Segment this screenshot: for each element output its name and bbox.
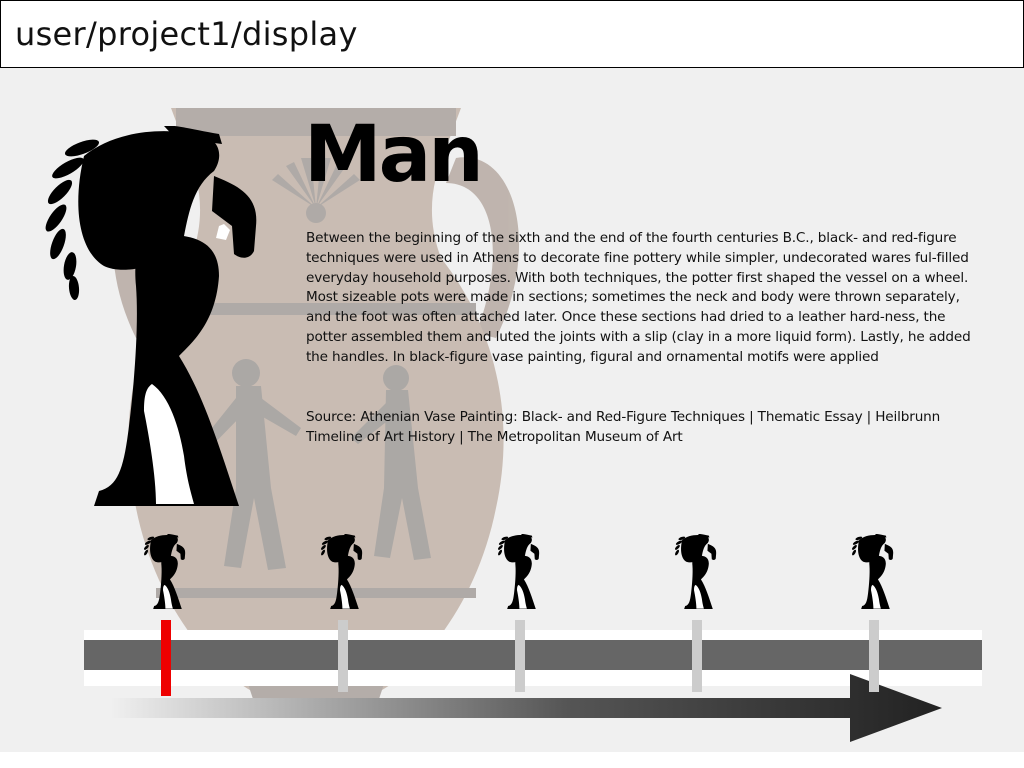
- source-citation: Source: Athenian Vase Painting: Black- a…: [306, 409, 941, 445]
- display-stage: Man Between the beginning of the sixth a…: [0, 68, 1024, 752]
- timeline-marker[interactable]: [869, 620, 879, 692]
- timeline-marker[interactable]: [515, 620, 525, 692]
- timeline-marker-active[interactable]: [161, 620, 171, 696]
- timeline-figure-icon[interactable]: [673, 533, 719, 614]
- description-paragraph: Between the beginning of the sixth and t…: [306, 230, 971, 365]
- figure-carrying-branch-icon: [45, 126, 257, 506]
- timeline-figure-icon[interactable]: [496, 533, 542, 614]
- page-title: Man: [304, 110, 484, 200]
- timeline-figure-icon[interactable]: [850, 533, 896, 614]
- timeline-figure-icon[interactable]: [319, 533, 365, 614]
- address-bar[interactable]: user/project1/display: [0, 0, 1024, 68]
- timeline-marker[interactable]: [338, 620, 348, 692]
- timeline-figure-icon[interactable]: [142, 533, 188, 614]
- address-path: user/project1/display: [15, 15, 358, 53]
- timeline-marker[interactable]: [692, 620, 702, 692]
- timeline-track: [84, 640, 982, 670]
